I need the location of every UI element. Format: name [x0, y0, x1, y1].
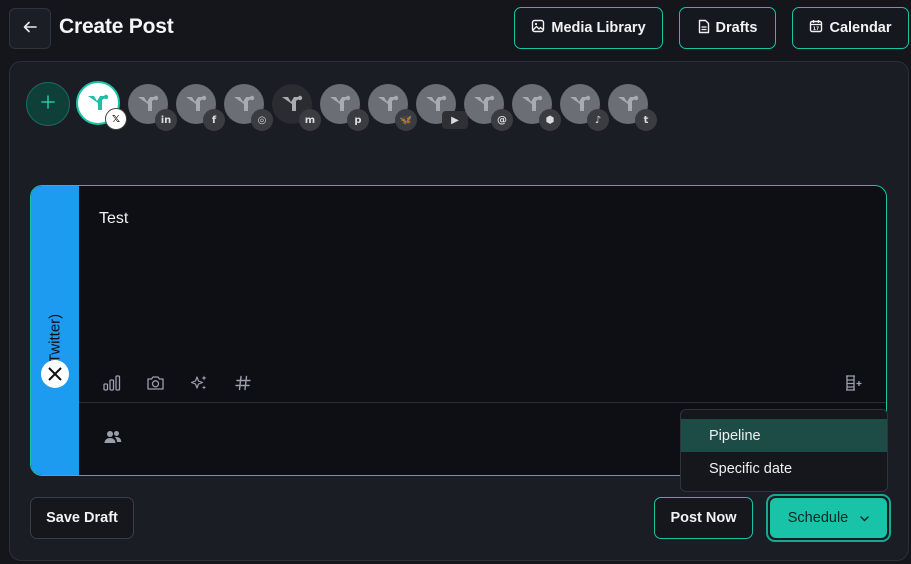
instagram-badge-icon: ◎: [251, 109, 273, 131]
linkedin-badge-icon: in: [155, 109, 177, 131]
bluesky-badge-icon: 🦋: [395, 109, 417, 131]
chevron-down-icon: [860, 510, 869, 526]
svg-text:17: 17: [813, 26, 819, 32]
account-avatar-x[interactable]: 𝕏: [76, 81, 127, 130]
account-avatar-facebook[interactable]: f: [176, 84, 225, 131]
drafts-button[interactable]: Drafts: [679, 7, 776, 49]
save-draft-button[interactable]: Save Draft: [30, 497, 134, 539]
google-business-badge-icon: ⬢: [539, 109, 561, 131]
editor-divider: [79, 402, 886, 403]
back-button[interactable]: [9, 8, 51, 49]
post-now-button[interactable]: Post Now: [654, 497, 753, 539]
pinterest-badge-icon: p: [347, 109, 369, 131]
mastodon-badge-icon: m: [299, 109, 321, 131]
poll-icon[interactable]: [100, 371, 124, 395]
arrow-left-icon: [23, 20, 37, 38]
account-avatar-pinterest[interactable]: p: [320, 84, 369, 131]
schedule-dropdown-menu: Pipeline Specific date: [680, 409, 888, 492]
account-avatar-tiktok[interactable]: ♪: [560, 84, 609, 131]
thread-add-icon[interactable]: [841, 371, 865, 395]
account-avatar-bluesky[interactable]: 🦋: [368, 84, 417, 131]
image-icon: [531, 19, 545, 37]
calendar-label: Calendar: [829, 20, 892, 36]
account-avatar-youtube[interactable]: ▶: [416, 84, 468, 129]
account-avatar-mastodon[interactable]: m: [272, 84, 321, 131]
youtube-badge-icon: ▶: [442, 111, 468, 129]
mentions-icon[interactable]: [103, 429, 123, 450]
drafts-label: Drafts: [715, 20, 758, 36]
account-avatar-threads[interactable]: @: [464, 84, 513, 131]
media-library-button[interactable]: Media Library: [514, 7, 663, 49]
ai-sparkles-icon[interactable]: [187, 371, 211, 395]
facebook-badge-icon: f: [203, 109, 225, 131]
tumblr-badge-icon: t: [635, 109, 657, 131]
x-badge-icon: 𝕏: [105, 108, 127, 130]
account-avatar-google-business[interactable]: ⬢: [512, 84, 561, 131]
calendar-icon: 17: [809, 19, 823, 37]
x-logo-icon: [41, 360, 69, 388]
schedule-label: Schedule: [787, 510, 849, 526]
add-account-button[interactable]: [26, 82, 70, 126]
plus-icon: [41, 94, 55, 114]
camera-icon[interactable]: [143, 371, 167, 395]
schedule-option-specific-date[interactable]: Specific date: [681, 452, 887, 485]
media-library-label: Media Library: [551, 20, 646, 36]
document-icon: [698, 19, 710, 38]
post-text-input[interactable]: Test: [99, 210, 128, 228]
account-avatar-tumblr[interactable]: t: [608, 84, 657, 131]
page-title: Create Post: [59, 15, 174, 38]
hashtag-icon[interactable]: [231, 371, 255, 395]
platform-sidebar: X (Twitter): [31, 186, 79, 475]
account-avatar-linkedin[interactable]: in: [128, 84, 177, 131]
tiktok-badge-icon: ♪: [587, 109, 609, 131]
account-avatar-instagram[interactable]: ◎: [224, 84, 273, 131]
schedule-option-pipeline[interactable]: Pipeline: [681, 419, 887, 452]
threads-badge-icon: @: [491, 109, 513, 131]
calendar-button[interactable]: 17 Calendar: [792, 7, 909, 49]
schedule-button[interactable]: Schedule: [766, 494, 891, 542]
